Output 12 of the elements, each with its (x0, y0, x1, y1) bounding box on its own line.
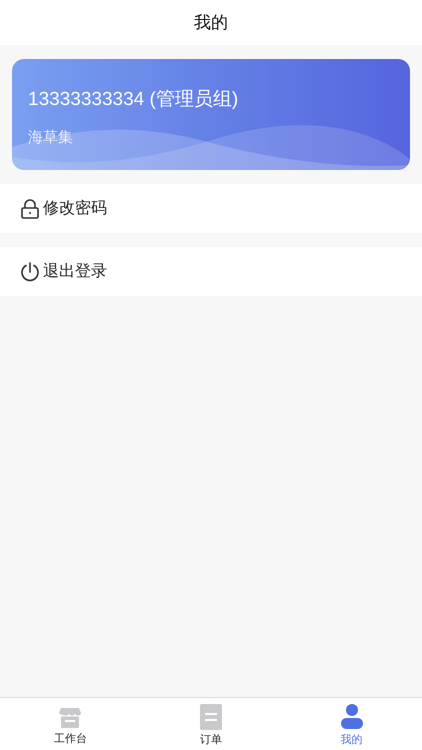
tab-item[interactable]: 我的 (281, 698, 422, 750)
menu-item[interactable]: 修改密码 (0, 184, 422, 233)
tab-item[interactable]: 工作台 (0, 698, 141, 750)
store-name: 海草集 (28, 128, 74, 148)
power-icon (20, 262, 40, 282)
document-icon (200, 704, 222, 730)
page-title: 我的 (194, 12, 228, 34)
menu-item[interactable]: 退出登录 (0, 247, 422, 296)
account-text: 13333333334 (管理员组) (28, 88, 240, 112)
lock-icon (20, 198, 40, 218)
person-icon (340, 704, 364, 730)
tab-item[interactable]: 订单 (140, 698, 282, 750)
